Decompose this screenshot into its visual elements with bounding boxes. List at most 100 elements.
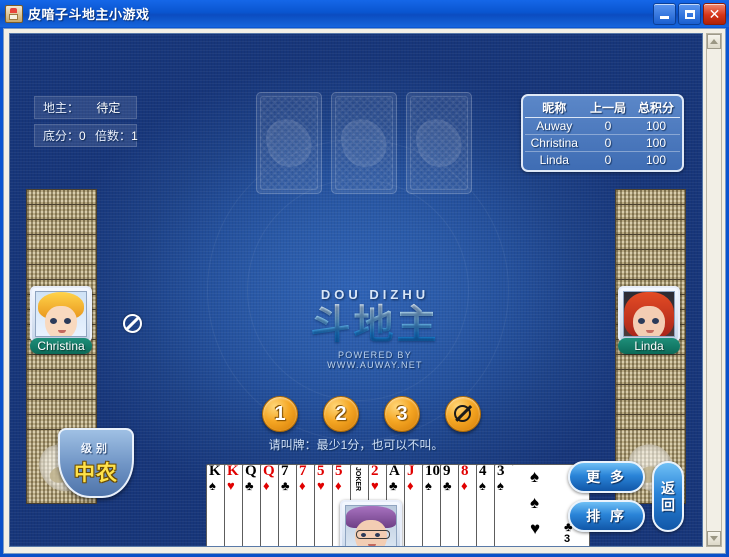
card-suit-icon: ♠ <box>530 467 540 486</box>
score-total-1: 100 <box>631 134 680 152</box>
card-rank: 3 <box>564 533 571 545</box>
opponent-card-back <box>26 354 97 369</box>
opponent-card-back <box>26 414 97 429</box>
card-rank: K <box>209 463 221 479</box>
bid-2-button[interactable]: 2 <box>323 396 359 432</box>
table-row: Linda 0 100 <box>524 151 680 168</box>
bid-buttons: 1 2 3 <box>262 396 481 432</box>
minimize-button[interactable] <box>653 3 676 25</box>
level-value: 中农 <box>74 461 118 485</box>
opponent-card-back <box>615 234 686 249</box>
card-rank: A <box>389 463 400 479</box>
multiplier-value: 1 <box>131 129 138 143</box>
card-rank: Q <box>245 463 257 479</box>
opponent-card-back <box>615 414 686 429</box>
opponent-card-back <box>615 354 686 369</box>
avatar <box>340 500 402 546</box>
level-label: 级别 <box>81 442 111 455</box>
score-name-0: Auway <box>524 117 584 135</box>
logo-powered-by: POWERED BY WWW.AUWAY.NET <box>327 350 423 370</box>
card-suit-icon: ♦ <box>461 478 468 493</box>
scoreboard-header-name: 昵称 <box>524 98 584 118</box>
base-label: 底分： <box>43 129 80 143</box>
card-suit-icon: ♦ <box>407 478 414 493</box>
app-icon <box>5 4 23 23</box>
opponent-card-back <box>26 249 97 264</box>
avatar <box>618 286 680 342</box>
card-rank: 7 <box>281 463 289 479</box>
more-button[interactable]: 更 多 <box>568 461 645 493</box>
game-info-panel: 地主： 待定 底分：0 倍数：1 <box>34 96 138 152</box>
title-bar[interactable]: 皮喑子斗地主小游戏 ✕ <box>0 0 729 27</box>
game-canvas[interactable]: 地主： 待定 底分：0 倍数：1 昵称 上一局 总积分 Auway 0 100 … <box>9 33 703 547</box>
opponent-card-back <box>615 189 686 204</box>
landlord-value: 待定 <box>96 101 121 115</box>
card-suit-icon: ♠ <box>530 493 540 512</box>
card-suit-icon: ♥ <box>530 519 541 538</box>
landlord-label: 地主： <box>43 101 80 115</box>
no-pass-icon <box>123 314 142 333</box>
client-area: 地主： 待定 底分：0 倍数：1 昵称 上一局 总积分 Auway 0 100 … <box>3 28 726 554</box>
card-rank: 7 <box>299 463 307 479</box>
scroll-down-button[interactable] <box>707 531 721 546</box>
bid-3-button[interactable]: 3 <box>384 396 420 432</box>
opponent-card-back <box>26 369 97 384</box>
card-suit-icon: ♦ <box>299 478 306 493</box>
card-rank: 3 <box>497 463 505 479</box>
hole-card <box>406 92 472 194</box>
opponent-card-back <box>26 189 97 204</box>
scoreboard-header-row: 昵称 上一局 总积分 <box>524 98 680 118</box>
player-right[interactable]: Linda <box>618 286 680 354</box>
window-title: 皮喑子斗地主小游戏 <box>28 7 150 22</box>
card-suit-icon: ♣ <box>281 478 290 493</box>
card-rank: 5 <box>317 463 325 479</box>
score-total-0: 100 <box>631 117 680 135</box>
card-rank: Q <box>263 463 275 479</box>
vertical-scrollbar[interactable] <box>706 33 722 547</box>
card-suit-icon: ♥ <box>317 478 325 493</box>
scroll-up-button[interactable] <box>707 34 721 49</box>
application-window: 皮喑子斗地主小游戏 ✕ 地主： 待定 底分： 0 倍数：1 昵称 上一局 总积分 … <box>0 0 729 557</box>
player-left-name: Christina <box>30 338 92 354</box>
hole-card <box>256 92 322 194</box>
card-back-crest-icon <box>262 114 316 172</box>
card-suit-icon: ♦ <box>335 478 342 493</box>
joker-label: JOKER <box>354 467 361 492</box>
opponent-card-back <box>26 234 97 249</box>
back-button-char-2: 回 <box>661 496 675 513</box>
score-last-1: 0 <box>583 134 632 152</box>
card-rank: J <box>407 463 415 479</box>
player-self[interactable]: Auway <box>340 500 402 546</box>
no-bid-button[interactable] <box>445 396 481 432</box>
card-suit-icon: ♣ <box>245 478 254 493</box>
maximize-button[interactable] <box>678 3 701 25</box>
scoreboard: 昵称 上一局 总积分 Auway 0 100 Christina 0 100 L… <box>520 94 684 172</box>
bid-1-button[interactable]: 1 <box>262 396 298 432</box>
opponent-card-back <box>615 264 686 279</box>
back-button-char-1: 返 <box>661 479 675 496</box>
close-icon: ✕ <box>708 6 721 22</box>
player-left[interactable]: Christina <box>30 286 92 354</box>
logo-pinyin: DOU DIZHU <box>320 287 430 302</box>
opponent-card-back <box>615 369 686 384</box>
scoreboard-header-total: 总积分 <box>631 98 680 118</box>
table-row: Christina 0 100 <box>524 134 680 152</box>
card-rank: 4 <box>479 463 487 479</box>
close-button[interactable]: ✕ <box>703 3 726 25</box>
card-rank: K <box>227 463 239 479</box>
chevron-up-icon <box>710 39 718 44</box>
scoreboard-header-last: 上一局 <box>583 98 632 118</box>
score-last-2: 0 <box>583 151 632 168</box>
card-suit-icon: ♠ <box>497 478 504 493</box>
game-logo: DOU DIZHU 斗地主 POWERED BY WWW.AUWAY.NET <box>290 287 460 370</box>
opponent-card-back <box>26 399 97 414</box>
back-button[interactable]: 返 回 <box>652 461 684 532</box>
window-controls: ✕ <box>653 3 726 25</box>
score-name-2: Linda <box>524 151 584 168</box>
player-right-name: Linda <box>618 338 680 354</box>
landlord-row: 地主： 待定 <box>34 96 137 119</box>
sort-button[interactable]: 排 序 <box>568 500 645 532</box>
opponent-card-back <box>26 204 97 219</box>
hole-cards <box>256 92 472 194</box>
card-suit-icon: ♣ <box>443 478 452 493</box>
